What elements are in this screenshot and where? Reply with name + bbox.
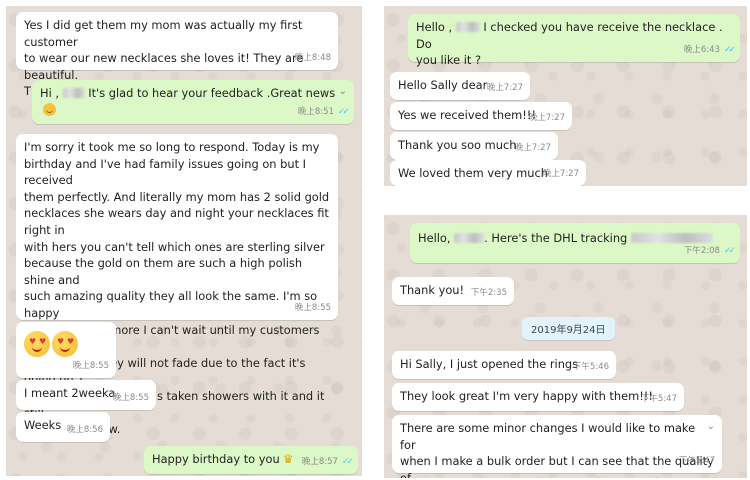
chat-panel-left[interactable]: Yes I did get them my mom was actually m… [6,6,362,476]
message-time: 晚上8:55 [112,393,149,404]
redacted-name [455,22,480,32]
read-ticks-icon: ✓✓ [337,107,350,118]
incoming-message[interactable]: Hi Sally, I just opened the rings 下午5:46 [392,351,616,379]
message-time: 下午2:08 ✓✓ [684,243,736,260]
redacted-name [62,88,85,98]
message-time: 晚上8:51 ✓✓ [298,104,350,121]
message-time: 晚上7:27 [486,83,523,94]
incoming-message[interactable]: Thank you! 下午2:35 [392,277,514,305]
message-text-prefix: Hello , [416,20,453,34]
message-time: 晚上7:27 [528,113,565,124]
message-text: There are some minor changes I would lik… [400,421,714,478]
incoming-message[interactable]: They look great I'm very happy with them… [392,383,684,411]
message-time: 晚上8:55 [294,303,331,314]
incoming-message[interactable]: ♥ ♥ ♥ ♥ 晚上8:55 [16,322,116,378]
heart-eyes-emoji-icon: ♥ ♥ [24,331,50,357]
message-time: 下午5:47 [640,394,677,405]
message-text-prefix: Hello, [418,231,451,245]
incoming-message[interactable]: Hello Sally dear 晚上7:27 [390,72,530,100]
message-time: 下午5:47 [678,456,715,467]
chat-panel-bottom-right[interactable]: Hello, . Here's the DHL tracking 下午2:08 ✓… [384,215,747,478]
chat-panel-top-right[interactable]: Hello , I checked you have receive the n… [384,6,747,186]
message-text-prefix: Hi , [40,86,59,100]
message-time: 下午2:35 [470,288,507,299]
outgoing-message[interactable]: Hello, . Here's the DHL tracking 下午2:08 ✓… [410,223,740,263]
incoming-message[interactable]: ⌄ There are some minor changes I would l… [392,415,722,478]
incoming-message[interactable]: We loved them very much 晚上7:27 [390,160,586,186]
chevron-down-icon[interactable]: ⌄ [707,419,715,436]
outgoing-message[interactable]: Happy birthday to you ♛ 晚上8:57 ✓✓ [144,446,358,474]
crown-emoji-icon: ♛ [282,452,294,466]
emoji-row: ♥ ♥ ♥ ♥ [24,331,108,362]
redacted-name [454,233,485,243]
incoming-message[interactable]: Thank you soo much 晚上7:27 [390,132,558,160]
date-separator: 2019年9月24日 [522,317,615,340]
chevron-down-icon[interactable]: ⌄ [339,84,347,101]
incoming-message[interactable]: Weeks 晚上8:56 [16,412,110,442]
message-text: They look great I'm very happy with them… [400,389,653,403]
outgoing-message[interactable]: Hello , I checked you have receive the n… [408,14,740,67]
read-ticks-icon: ✓✓ [341,457,354,468]
message-text: . Here's the DHL tracking [484,231,628,245]
message-time: 晚上8:57 ✓✓ [302,454,354,471]
read-ticks-icon: ✓✓ [723,246,736,257]
message-time: 下午5:46 [572,362,609,373]
message-time: 晚上8:48 [294,53,331,64]
message-time: 晚上7:27 [514,143,551,154]
incoming-message[interactable]: I meant 2weeka 晚上8:55 [16,380,156,410]
message-text: Happy birthday to you [152,452,280,466]
message-text: It's glad to hear your feedback .Great n… [88,86,336,100]
message-time: 晚上8:55 [72,361,109,372]
redacted-tracking-number [630,233,713,243]
incoming-message[interactable]: Yes we received them!!! 晚上7:27 [390,102,572,130]
heart-eyes-emoji-icon: ♥ ♥ [52,331,78,357]
smile-emoji-icon [43,102,56,116]
message-time: 晚上6:43 ✓✓ [684,42,736,59]
incoming-message[interactable]: Yes I did get them my mom was actually m… [16,12,338,98]
outgoing-message[interactable]: ⌄ Hi , It's glad to hear your feedback .… [32,80,354,124]
read-ticks-icon: ✓✓ [723,45,736,56]
incoming-message[interactable]: I'm sorry it took me so long to respond.… [16,134,338,436]
message-time: 晚上8:56 [66,425,103,436]
message-time: 晚上7:27 [542,169,579,180]
